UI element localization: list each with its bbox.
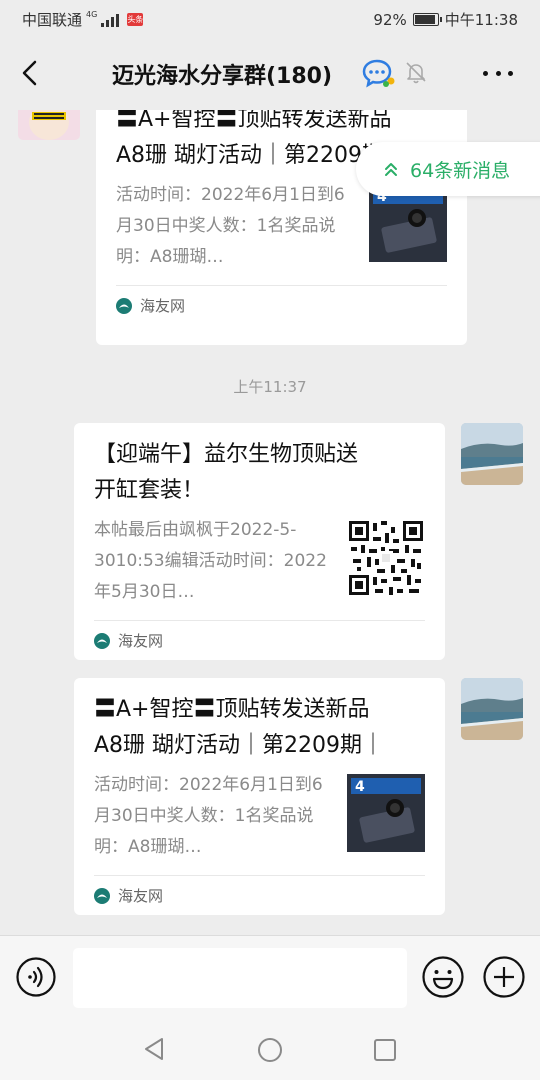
card-divider: [94, 620, 425, 621]
signal-icon: [101, 13, 120, 27]
emoji-button[interactable]: [422, 956, 464, 998]
news-app-icon: 头条: [127, 13, 144, 26]
battery-icon: [412, 13, 442, 26]
message-input[interactable]: [73, 948, 407, 1008]
card-description: 本帖最后由飒枫于2022-5-3010:53编辑活动时间：2022年5月30日…: [94, 520, 327, 602]
card-source: 海友网: [94, 630, 163, 651]
card-title: 【迎端午】益尔生物顶贴送 开缸套装！: [94, 442, 359, 503]
card-divider: [116, 285, 447, 286]
triangle-back-icon: [145, 1038, 163, 1060]
more-functions-button[interactable]: [483, 956, 525, 998]
link-card-message[interactable]: 【迎端午】益尔生物顶贴送 开缸套装！ 本帖最后由飒枫于2022-5-3010:5…: [74, 423, 445, 660]
card-divider: [94, 875, 425, 876]
card-thumbnail: 4: [347, 774, 425, 852]
message-list[interactable]: 〓A+智控〓顶贴转发送新品 A8珊 瑚灯活动｜第2209期｜ 活动时间：2022…: [0, 110, 540, 935]
double-chevron-up-icon: [385, 163, 397, 176]
smiley-icon: [422, 956, 464, 998]
chevron-left-icon: [22, 60, 37, 86]
chat-header: 迈光海水分享群(180): [0, 36, 540, 110]
network-type-label: 4G: [86, 9, 98, 19]
plus-icon: [483, 956, 525, 998]
card-title: 〓A+智控〓顶贴转发送新品 A8珊 瑚灯活动｜第2209期｜: [94, 697, 385, 758]
carrier-label: 中国联通: [22, 11, 83, 29]
chat-title: 迈光海水分享群(180): [112, 64, 333, 89]
link-card-message[interactable]: 〓A+智控〓顶贴转发送新品 A8珊 瑚灯活动｜第2209期｜ 活动时间：2022…: [74, 678, 445, 915]
voice-icon: [16, 957, 56, 997]
nav-recents-button[interactable]: [373, 1038, 397, 1062]
source-logo-icon: [94, 632, 110, 649]
card-thumbnail-qr: [347, 519, 425, 597]
input-bar: [0, 935, 540, 1015]
message-timestamp: 上午11:37: [233, 378, 307, 396]
my-avatar[interactable]: [461, 423, 523, 485]
new-messages-button[interactable]: 64条新消息: [356, 142, 540, 196]
mute-bell-icon: [404, 60, 428, 84]
card-description: 活动时间：2022年6月1日到6月30日中奖人数：1名奖品说明：A8珊瑚…: [94, 775, 323, 857]
source-name: 海友网: [118, 887, 164, 905]
my-avatar[interactable]: [461, 678, 523, 740]
clock: 中午11:38: [444, 11, 518, 29]
nav-home-button[interactable]: [257, 1037, 283, 1063]
svg-text:4: 4: [355, 779, 365, 795]
source-logo-icon: [116, 297, 132, 314]
new-messages-label: 64条新消息: [410, 159, 511, 182]
battery-percent: 92%: [373, 10, 407, 29]
sender-avatar[interactable]: [18, 110, 80, 140]
group-chat-icon[interactable]: [362, 58, 396, 88]
nav-back-button[interactable]: [142, 1036, 166, 1062]
card-source: 海友网: [116, 295, 185, 316]
source-logo-icon: [94, 887, 110, 904]
source-name: 海友网: [118, 632, 164, 650]
source-name: 海友网: [140, 297, 186, 315]
square-recents-icon: [374, 1039, 396, 1061]
system-navigation-bar: [0, 1015, 540, 1080]
status-bar: 中国联通 4G 头条 92% 中午11:38: [0, 0, 540, 36]
card-source: 海友网: [94, 885, 163, 906]
voice-input-button[interactable]: [16, 957, 56, 997]
circle-home-icon: [258, 1038, 282, 1062]
back-button[interactable]: [14, 56, 48, 90]
more-options-button[interactable]: [480, 58, 516, 88]
card-description: 活动时间：2022年6月1日到6月30日中奖人数：1名奖品说明：A8珊瑚…: [116, 185, 345, 267]
